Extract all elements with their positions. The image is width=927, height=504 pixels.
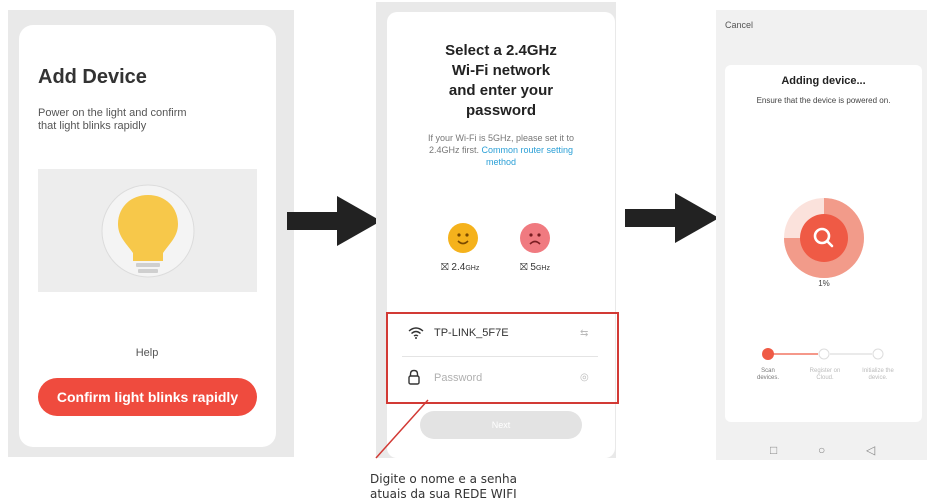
eye-icon[interactable]: ◎: [580, 372, 589, 383]
step-tracker: [762, 348, 884, 360]
band-24ghz-label: ⛝ 2.4GHz: [441, 262, 479, 273]
wifi-title-line-1: Select a 2.4GHz: [445, 42, 557, 59]
wifi-title-line-4: password: [465, 102, 537, 119]
cancel-button[interactable]: Cancel: [725, 20, 753, 30]
step-scan: Scan devices.: [747, 368, 789, 382]
caption-line-2: atuais da sua REDE WIFI: [370, 487, 517, 501]
instruction-line-1: Power on the light and confirm: [38, 107, 187, 119]
lock-icon: [407, 369, 421, 390]
step-scan-line-2: devices.: [756, 375, 779, 381]
router-icon: ⛝: [520, 262, 528, 273]
instruction-line-2: that light blinks rapidly: [38, 120, 147, 132]
arrow-right-icon: [287, 196, 381, 246]
back-icon[interactable]: ◁: [866, 443, 875, 457]
wifi-title: Select a 2.4GHz Wi-Fi network and enter …: [396, 41, 606, 121]
home-icon[interactable]: ○: [818, 443, 825, 457]
wifi-caption: Digite o nome e a senha atuais da sua RE…: [370, 472, 610, 502]
adding-subtitle: Ensure that the device is powered on.: [756, 96, 891, 105]
happy-face-icon: [448, 223, 478, 253]
caption-line-1: Digite o nome e a senha: [370, 472, 517, 486]
router-setting-link-method[interactable]: method: [392, 156, 610, 168]
wifi-note: If your Wi-Fi is 5GHz, please set it to …: [392, 132, 610, 168]
arrow-right-icon: [625, 193, 719, 243]
step-register-line-2: Cloud.: [816, 375, 834, 381]
band-5-unit: GHz: [535, 265, 550, 272]
sad-face-icon: [520, 223, 550, 253]
band-24-unit: GHz: [465, 265, 480, 272]
recent-apps-icon[interactable]: □: [770, 443, 777, 457]
step-initialize-line-2: device.: [868, 375, 888, 381]
switch-network-icon[interactable]: ⇆: [580, 328, 588, 339]
wifi-icon: [408, 326, 424, 344]
step-initialize: Initialize the device.: [854, 368, 902, 382]
step-register: Register on Cloud.: [802, 368, 848, 382]
wifi-title-line-3: and enter your: [448, 82, 554, 99]
step-register-line-1: Register on: [809, 368, 841, 374]
wifi-note-line-2: 2.4GHz first.: [428, 145, 482, 155]
band-5ghz-label: ⛝ 5GHz: [520, 262, 550, 273]
band-24-value: 2.4: [451, 262, 466, 273]
adding-title: Adding device...: [781, 75, 866, 87]
next-button[interactable]: Next: [420, 411, 582, 439]
caption-pointer-line: [375, 399, 429, 459]
wifi-title-line-2: Wi-Fi network: [451, 62, 551, 79]
router-setting-link[interactable]: Common router setting: [481, 145, 573, 155]
confirm-blinking-button[interactable]: Confirm light blinks rapidly: [38, 378, 257, 416]
router-icon: ⛝: [441, 262, 449, 273]
wifi-note-line-1: If your Wi-Fi is 5GHz, please set it to: [427, 133, 575, 143]
password-field[interactable]: Password: [434, 372, 482, 384]
field-divider: [402, 356, 598, 357]
page-title: Add Device: [38, 66, 147, 88]
wifi-ssid-field[interactable]: TP-LINK_5F7E: [434, 327, 509, 339]
progress-ring: [784, 198, 864, 278]
step-scan-line-1: Scan: [761, 368, 775, 374]
progress-percent: 1%: [818, 279, 830, 288]
device-image-box: [38, 169, 257, 292]
step-initialize-line-1: Initialize the: [862, 368, 894, 374]
light-bulb-icon: [101, 184, 195, 278]
help-link[interactable]: Help: [119, 347, 175, 359]
instruction-text: Power on the light and confirm that ligh…: [38, 107, 187, 133]
